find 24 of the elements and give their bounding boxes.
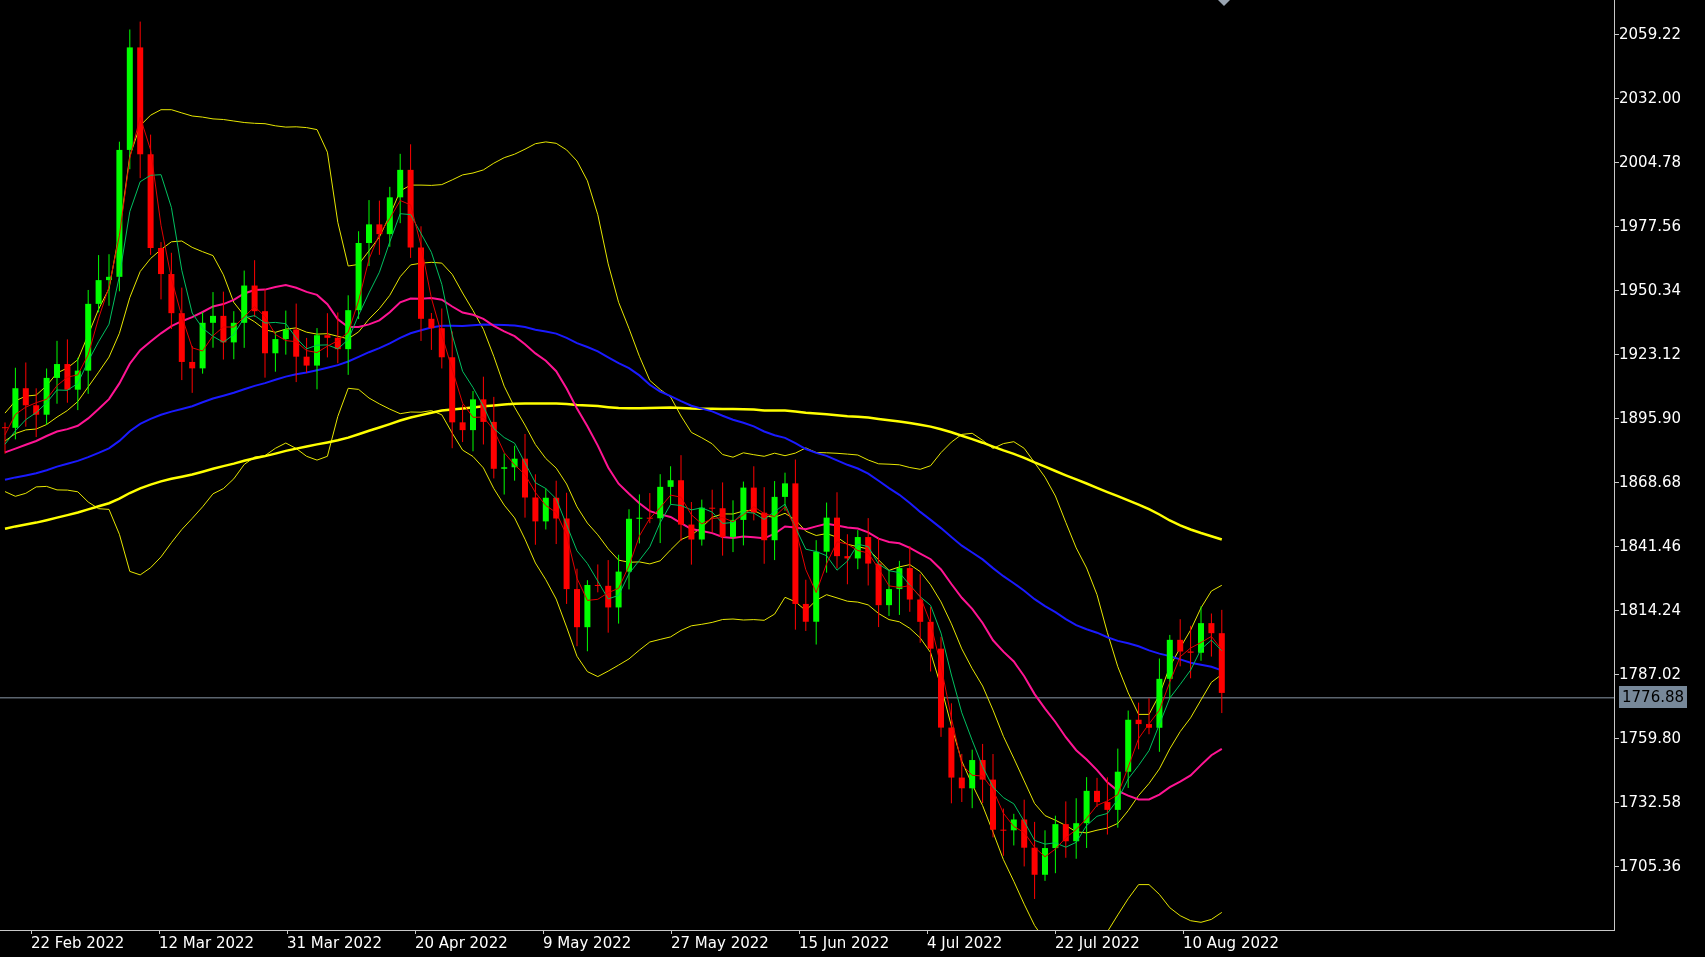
date-label: 10 Aug 2022 <box>1183 933 1280 954</box>
price-label: 2059.22 <box>1615 2 1705 66</box>
price-label: 1759.80 <box>1615 706 1705 770</box>
date-label: 4 Jul 2022 <box>927 933 1003 954</box>
current-price-label: 1776.88 <box>1619 686 1688 708</box>
price-label: 1895.90 <box>1615 386 1705 450</box>
price-label: 1705.36 <box>1615 834 1705 898</box>
date-label: 15 Jun 2022 <box>799 933 890 954</box>
price-label: 1868.68 <box>1615 450 1705 514</box>
date-label: 27 May 2022 <box>671 933 769 954</box>
date-label: 31 Mar 2022 <box>287 933 383 954</box>
price-label: 1841.46 <box>1615 514 1705 578</box>
price-label: 1732.58 <box>1615 770 1705 834</box>
price-label: 1923.12 <box>1615 322 1705 386</box>
date-label: 22 Jul 2022 <box>1055 933 1140 954</box>
date-label: 12 Mar 2022 <box>159 933 255 954</box>
date-label: 22 Feb 2022 <box>31 933 125 954</box>
price-label: 1814.24 <box>1615 578 1705 642</box>
price-label: 2032.00 <box>1615 66 1705 130</box>
price-label: 2004.78 <box>1615 130 1705 194</box>
price-label: 1950.34 <box>1615 258 1705 322</box>
date-label: 9 May 2022 <box>543 933 632 954</box>
price-label: 1977.56 <box>1615 194 1705 258</box>
date-label: 20 Apr 2022 <box>415 933 508 954</box>
